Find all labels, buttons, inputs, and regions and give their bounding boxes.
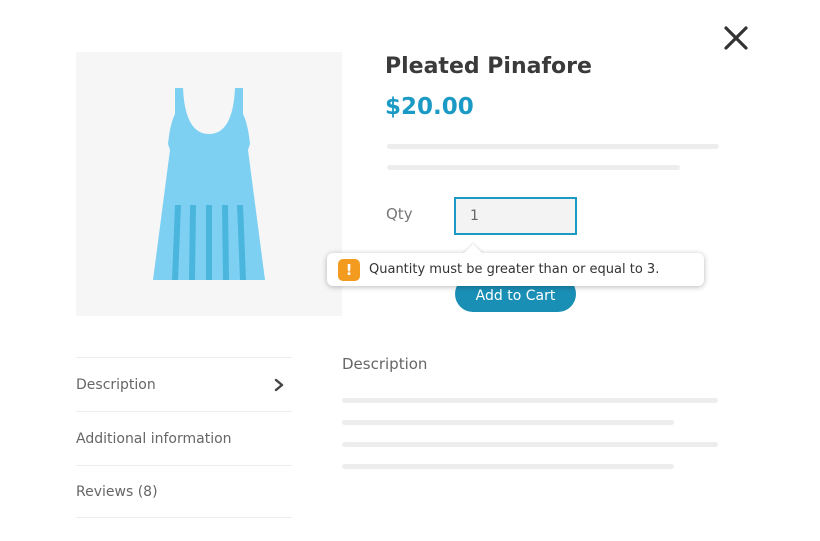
tab-reviews[interactable]: Reviews (8) <box>76 465 292 518</box>
validation-message: Quantity must be greater than or equal t… <box>369 262 660 277</box>
close-button[interactable] <box>722 24 750 52</box>
tab-label: Reviews (8) <box>76 483 158 500</box>
product-price: $20.00 <box>385 94 474 120</box>
close-icon <box>724 26 748 50</box>
description-heading: Description <box>342 355 428 373</box>
product-title: Pleated Pinafore <box>385 54 592 79</box>
chevron-right-icon <box>272 378 286 392</box>
description-line <box>342 420 674 425</box>
product-tabs: Description Additional information Revie… <box>76 357 292 518</box>
qty-input[interactable] <box>454 197 577 235</box>
short-description-line <box>387 144 719 149</box>
product-image <box>76 52 342 316</box>
validation-tooltip: ! Quantity must be greater than or equal… <box>327 253 704 286</box>
description-line <box>342 442 718 447</box>
tab-additional-information[interactable]: Additional information <box>76 411 292 465</box>
tab-description[interactable]: Description <box>76 357 292 411</box>
tab-label: Additional information <box>76 430 232 447</box>
tab-label: Description <box>76 376 156 393</box>
dress-icon <box>153 88 265 280</box>
short-description-line <box>387 165 680 170</box>
description-line <box>342 398 718 403</box>
qty-label: Qty <box>386 205 413 223</box>
warning-icon: ! <box>338 258 360 281</box>
description-line <box>342 464 674 469</box>
